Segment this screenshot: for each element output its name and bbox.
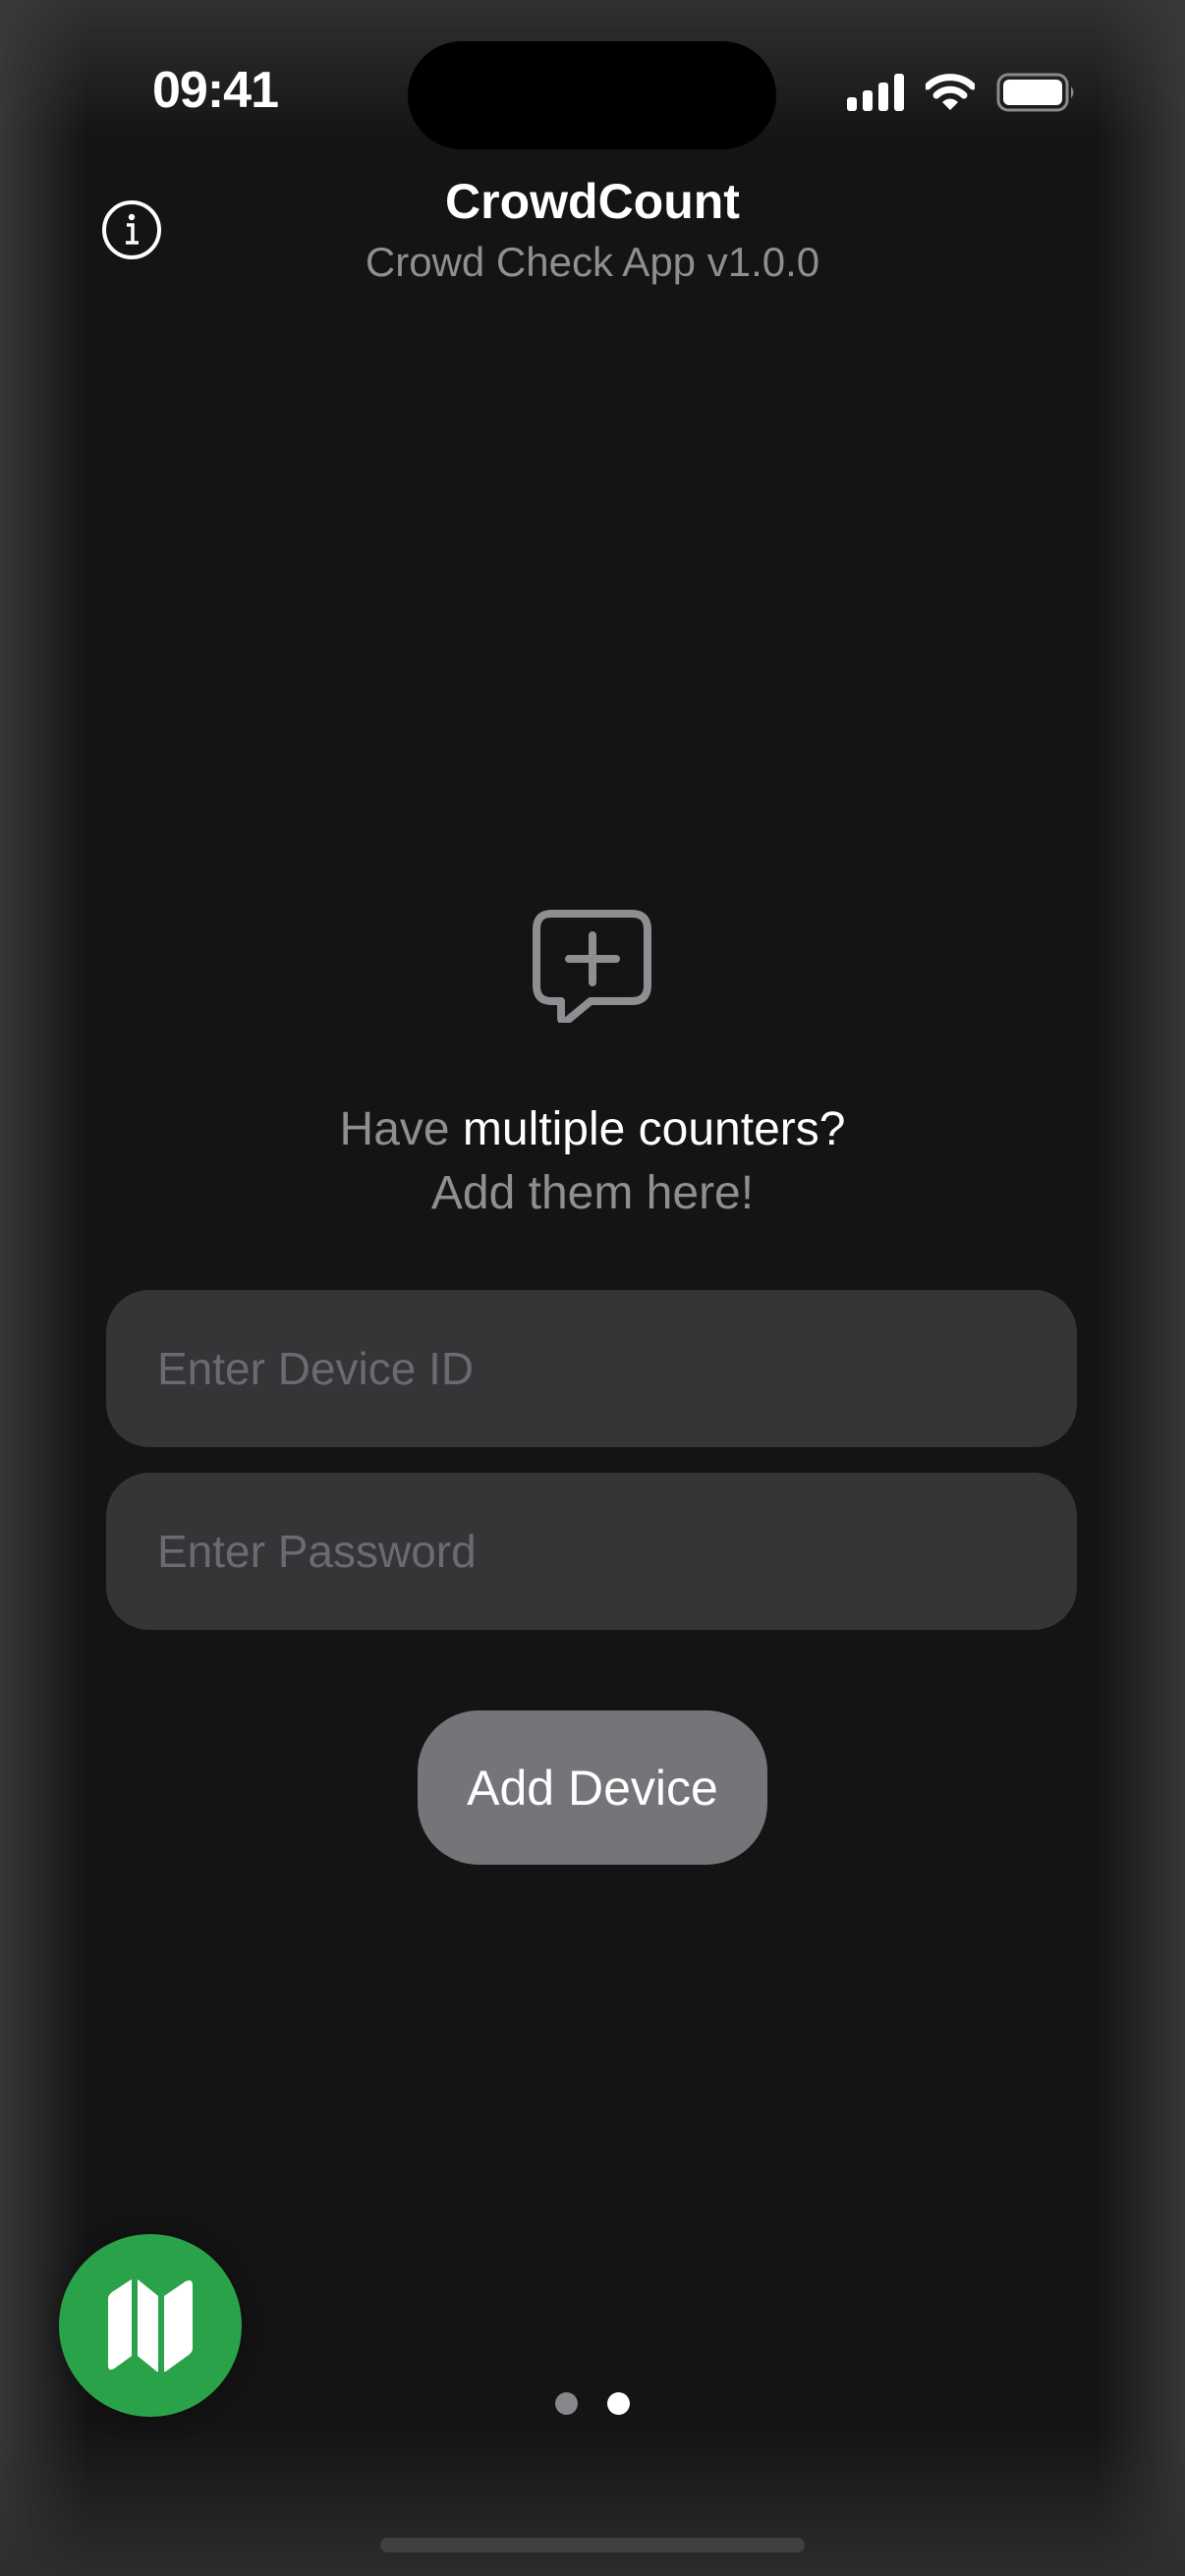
screen-edge-shade-left — [0, 0, 88, 2576]
screen-edge-shade-right — [1097, 0, 1185, 2576]
battery-icon — [996, 73, 1074, 112]
page-indicator[interactable] — [555, 2392, 630, 2415]
device-id-input[interactable] — [155, 1341, 1077, 1396]
wifi-icon — [926, 74, 975, 110]
cellular-signal-icon — [847, 74, 904, 111]
dynamic-island — [408, 41, 776, 149]
empty-state-message: Have multiple counters? Add them here! — [0, 1097, 1185, 1225]
headline-emphasis-text: multiple counters? — [462, 1103, 846, 1155]
page-dot-1[interactable] — [555, 2392, 578, 2415]
page-dot-2-current[interactable] — [607, 2392, 630, 2415]
add-device-button[interactable]: Add Device — [418, 1710, 767, 1865]
map-icon — [108, 2279, 193, 2372]
password-input[interactable] — [155, 1524, 1077, 1579]
headline-muted-text: Have — [339, 1103, 463, 1155]
map-button[interactable] — [59, 2234, 242, 2417]
status-time: 09:41 — [152, 62, 279, 119]
headline-line1: Have multiple counters? — [0, 1097, 1185, 1161]
screen-edge-shade-bottom — [0, 2429, 1185, 2576]
message-plus-icon — [533, 910, 651, 1023]
password-field[interactable] — [106, 1473, 1077, 1630]
home-indicator[interactable] — [380, 2538, 805, 2552]
status-icons — [847, 73, 1077, 112]
app-title: CrowdCount — [445, 174, 740, 229]
app-subtitle: Crowd Check App v1.0.0 — [365, 239, 820, 285]
headline-line2: Add them here! — [430, 1167, 755, 1219]
device-id-field[interactable] — [106, 1290, 1077, 1447]
